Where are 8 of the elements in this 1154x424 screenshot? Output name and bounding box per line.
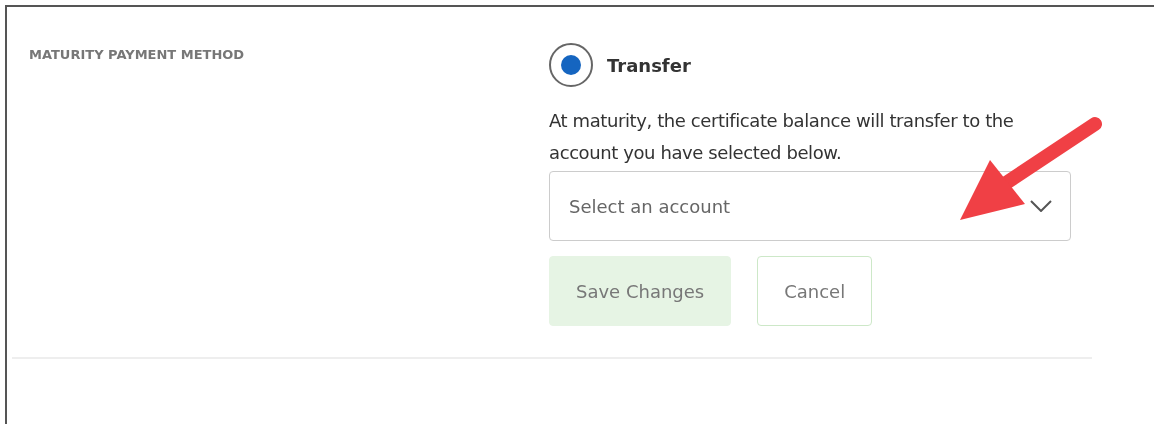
description-text: At maturity, the certificate balance will transfer to the account you have selected below. [549,109,1015,165]
account-dropdown[interactable]: Select an account [549,171,1071,241]
section-label: MATURITY PAYMENT METHOD [29,46,246,62]
radio-button[interactable] [549,43,593,87]
save-button[interactable]: Save Changes [549,256,732,326]
cancel-button[interactable]: Cancel [757,256,873,326]
radio-option[interactable]: Transfer [549,43,1071,87]
chevron-down-icon [1030,200,1052,212]
